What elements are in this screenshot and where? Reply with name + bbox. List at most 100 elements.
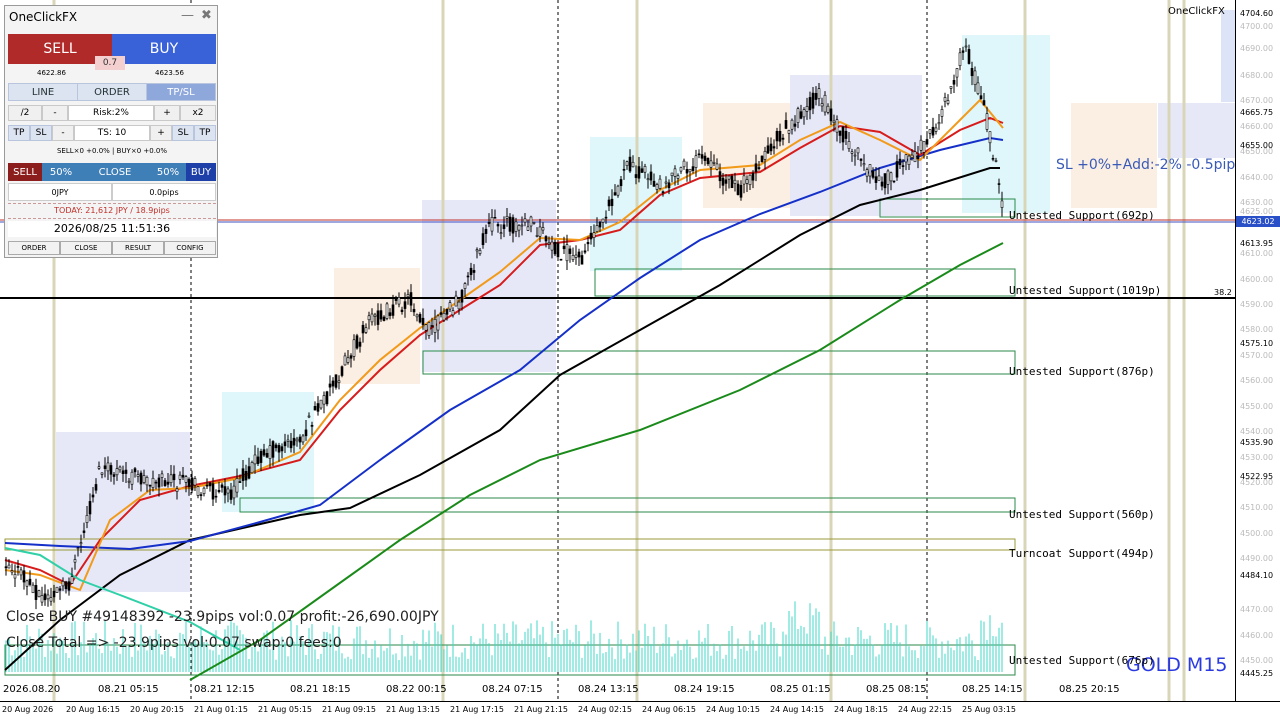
price-tick-label: 4530.00 [1240, 453, 1274, 462]
price-scale[interactable]: 4704.60 4700.00 4690.00 4680.00 4670.00 4665.… [1236, 0, 1280, 701]
candle-body [388, 312, 392, 316]
candle-body [877, 175, 881, 181]
candle-body [949, 86, 953, 89]
candle-body [544, 236, 548, 242]
sl-right-button[interactable]: SL [172, 125, 194, 141]
candle-body [586, 242, 590, 245]
close-message-2: Close Total => -23.9pips vol:0.07 swap:0… [6, 635, 342, 651]
session-box [1071, 103, 1157, 208]
candle-body [778, 130, 782, 142]
buy-close-button[interactable]: BUY [186, 163, 216, 181]
candle-body [34, 585, 38, 600]
candle-body [343, 355, 347, 366]
candle-body [793, 123, 797, 127]
candle-body [862, 163, 866, 166]
candle-body [685, 169, 689, 174]
candle-body [241, 468, 245, 481]
candle-body [712, 162, 716, 164]
tp-left-button[interactable]: TP [8, 125, 30, 141]
candle-body [619, 179, 623, 187]
candle-body [331, 380, 335, 387]
candle-body [799, 111, 803, 119]
price-chart[interactable]: OneClickFX SL +0%+Add:-2% -0.5pips GOLD … [0, 0, 1236, 701]
half-lot-button[interactable]: /2 [8, 105, 42, 121]
risk-minus-button[interactable]: - [42, 105, 68, 121]
candle-body [277, 445, 281, 453]
candle-body [184, 476, 188, 483]
candle-body [811, 92, 815, 109]
time-tick-label: 21 Aug 21:15 [514, 705, 568, 714]
candle-body [865, 169, 869, 177]
support-label: Turncoat Support(494p) [1009, 547, 1155, 560]
candle-body [94, 484, 98, 491]
candle-body [262, 449, 266, 456]
minimize-icon[interactable]: — [181, 8, 194, 23]
candle-body [802, 109, 806, 118]
time-axis[interactable]: 20 Aug 2026 20 Aug 16:15 20 Aug 20:15 21 Au… [0, 701, 1280, 721]
positions-summary: SELL×0 +0.0% | BUY×0 +0.0% [56, 147, 168, 155]
session-box [56, 432, 190, 592]
candle-body [730, 175, 734, 189]
time-tick-label: 25 Aug 03:15 [962, 705, 1016, 714]
candle-body [925, 139, 929, 145]
candle-body [85, 515, 89, 523]
footer-result-button[interactable]: RESULT [112, 241, 164, 255]
candle-body [631, 161, 635, 168]
time-tick-label: 21 Aug 05:15 [258, 705, 312, 714]
candle-body [970, 68, 974, 77]
candle-body [607, 199, 611, 207]
chart-date-label: 08.24 07:15 [482, 684, 543, 695]
chart-date-label: 08.21 12:15 [194, 684, 255, 695]
candle-body [22, 570, 26, 583]
ts-minus-button[interactable]: - [52, 125, 74, 141]
sell-half-button[interactable]: 50% [42, 163, 80, 181]
candle-body [295, 438, 299, 442]
candle-body [319, 399, 323, 409]
candle-body [922, 140, 926, 153]
candle-body [874, 176, 878, 183]
candle-body [856, 147, 860, 154]
tab-line[interactable]: LINE [8, 83, 78, 101]
buy-button[interactable]: BUY [112, 34, 216, 64]
candle-body [394, 299, 398, 301]
candle-body [145, 477, 149, 486]
candle-body [595, 225, 599, 232]
candle-body [1000, 200, 1004, 208]
candle-body [898, 158, 902, 166]
footer-order-button[interactable]: ORDER [8, 241, 60, 255]
sell-close-button[interactable]: SELL [8, 163, 42, 181]
time-tick-label: 24 Aug 22:15 [898, 705, 952, 714]
tp-right-button[interactable]: TP [194, 125, 216, 141]
chart-date-label: 08.25 14:15 [962, 684, 1023, 695]
price-tick-label: 4560.00 [1240, 376, 1274, 385]
risk-plus-button[interactable]: + [154, 105, 180, 121]
close-icon[interactable]: ✖ [201, 8, 212, 23]
candle-body [250, 462, 254, 474]
tab-order[interactable]: ORDER [77, 83, 147, 101]
footer-config-button[interactable]: CONFIG [164, 241, 216, 255]
candle-body [934, 127, 938, 132]
double-lot-button[interactable]: x2 [180, 105, 216, 121]
footer-close-button[interactable]: CLOSE [60, 241, 112, 255]
candle-body [937, 122, 941, 125]
candle-body [199, 494, 203, 496]
risk-field[interactable]: Risk:2% [68, 105, 154, 121]
candle-body [889, 172, 893, 182]
candle-body [838, 130, 842, 136]
candle-body [667, 182, 671, 189]
sl-left-button[interactable]: SL [30, 125, 52, 141]
buy-half-button[interactable]: 50% [150, 163, 186, 181]
trailing-stop-field[interactable]: TS: 10 [74, 125, 150, 141]
candle-body [820, 103, 824, 107]
candle-body [679, 167, 683, 172]
candle-body [655, 184, 659, 190]
price-tick-label: 4450.00 [1240, 656, 1274, 665]
candle-body [721, 177, 725, 186]
candle-body [526, 226, 530, 231]
ts-plus-button[interactable]: + [150, 125, 172, 141]
tab-tpsl[interactable]: TP/SL [146, 83, 216, 101]
candle-body [445, 309, 449, 315]
candle-body [274, 444, 278, 449]
close-all-button[interactable]: CLOSE [80, 163, 150, 181]
candle-body [64, 581, 68, 590]
